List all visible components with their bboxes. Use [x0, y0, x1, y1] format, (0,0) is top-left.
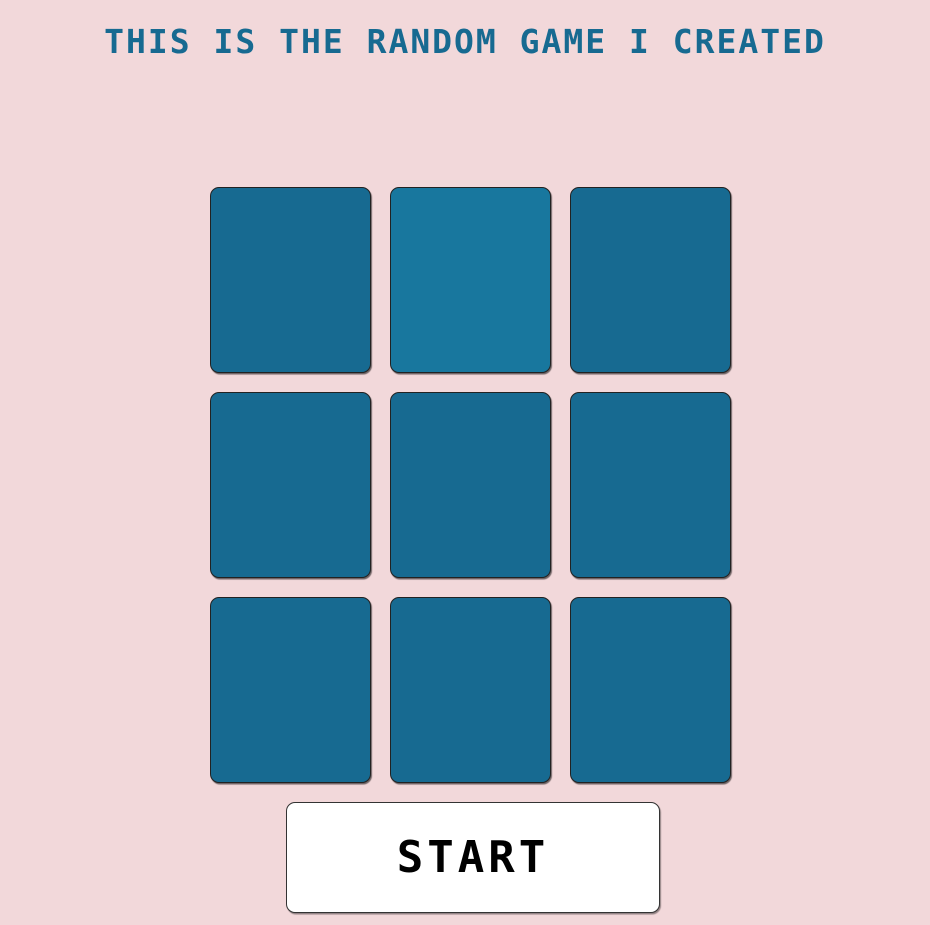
game-tile-r1-c1[interactable] [210, 187, 371, 373]
game-page: THIS IS THE RANDOM GAME I CREATED START [0, 0, 930, 925]
game-tile-r1-c3[interactable] [570, 187, 731, 373]
game-tile-r2-c3[interactable] [570, 392, 731, 578]
game-tile-r1-c2[interactable] [390, 187, 551, 373]
game-tile-r2-c1[interactable] [210, 392, 371, 578]
page-title: THIS IS THE RANDOM GAME I CREATED [104, 22, 826, 61]
game-tile-r3-c3[interactable] [570, 597, 731, 783]
game-tile-r3-c1[interactable] [210, 597, 371, 783]
start-button[interactable]: START [286, 802, 660, 913]
game-tile-r3-c2[interactable] [390, 597, 551, 783]
tile-grid [210, 187, 732, 783]
game-tile-r2-c2[interactable] [390, 392, 551, 578]
